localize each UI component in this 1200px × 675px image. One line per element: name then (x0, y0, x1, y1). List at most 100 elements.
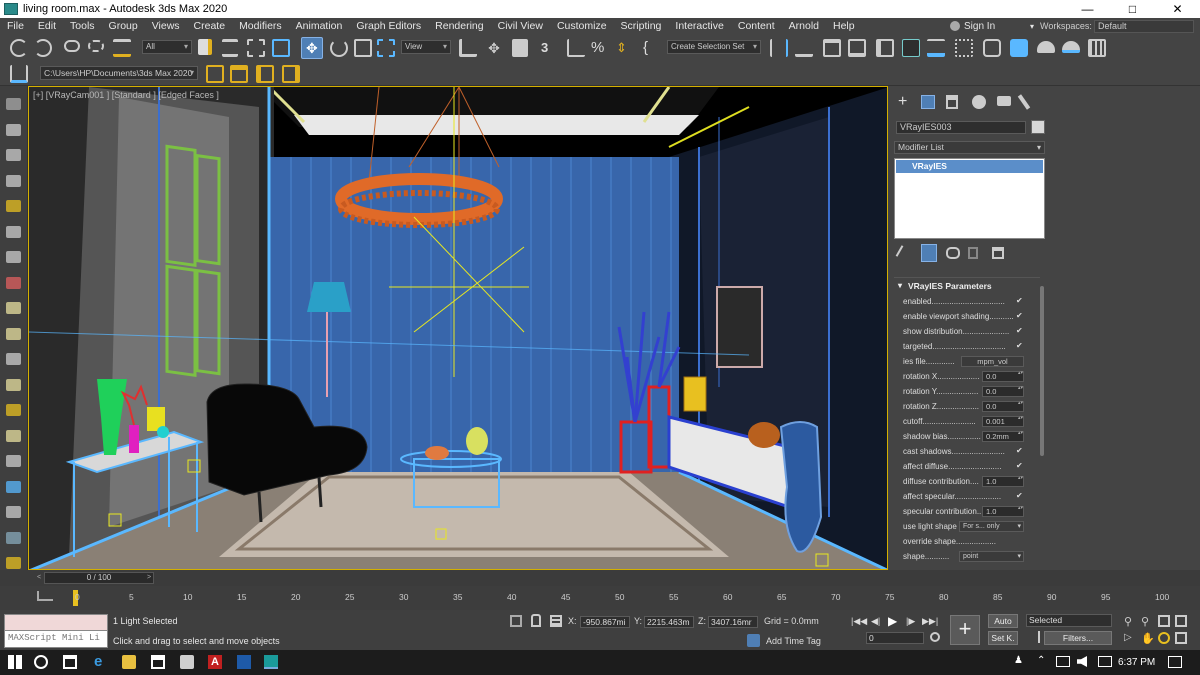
maxscript-listener[interactable]: MAXScript Mini Li (4, 614, 108, 652)
sun-icon[interactable] (6, 404, 21, 416)
modify-tab-icon[interactable] (921, 95, 935, 109)
time-slider[interactable]: 0 / 100 (44, 572, 154, 584)
show-end-result-icon[interactable] (921, 244, 937, 262)
select-and-place-icon[interactable] (377, 39, 395, 57)
selection-tools-icon[interactable] (6, 225, 21, 238)
viewport-label[interactable]: [+] [VRayCam001 ] [Standard ] [Edged Fac… (33, 90, 219, 100)
menu-scripting[interactable]: Scripting (614, 18, 669, 35)
scene-states-icon[interactable] (6, 123, 21, 136)
param-checkbox[interactable]: ✔ (1016, 297, 1024, 305)
reference-coordinate-dropdown[interactable]: View (401, 40, 451, 54)
time-tag-icon[interactable] (747, 634, 760, 647)
helper-icon[interactable] (6, 455, 21, 467)
create-project-icon[interactable] (230, 65, 248, 83)
param-spinner[interactable]: 0.0 (982, 386, 1024, 397)
sign-in-menu[interactable]: Sign In ▾ (950, 18, 1036, 35)
param-checkbox[interactable] (1016, 537, 1024, 545)
pin-icon[interactable] (6, 557, 21, 569)
open-project-icon[interactable] (256, 65, 274, 83)
teapot-icon[interactable] (6, 429, 21, 442)
z-coordinate-field[interactable]: 3407.16mr (708, 616, 758, 628)
percent-snap-icon[interactable]: % (591, 39, 609, 57)
menu-create[interactable]: Create (187, 18, 233, 35)
keyboard-shortcut-icon[interactable] (512, 39, 528, 57)
rectangular-selection-icon[interactable] (247, 39, 265, 57)
hierarchy-tab-icon[interactable] (946, 95, 958, 109)
next-key-icon[interactable]: |▶ (906, 616, 915, 627)
explorer-icon[interactable] (6, 174, 21, 187)
param-dropdown[interactable]: point (959, 551, 1024, 562)
workspace-dropdown[interactable]: Default (1094, 20, 1194, 33)
current-frame-field[interactable]: 0 (866, 632, 924, 644)
autodesk-a360-gallery-icon[interactable] (1088, 39, 1106, 57)
configure-modifier-sets-icon[interactable] (992, 247, 1004, 259)
select-and-rotate-icon[interactable] (330, 39, 348, 57)
system-clock[interactable]: 6:37 PM (1118, 650, 1155, 675)
menu-edit[interactable]: Edit (31, 18, 63, 35)
search-icon[interactable] (34, 655, 48, 669)
maximize-viewport-icon[interactable] (1175, 632, 1187, 644)
menu-tools[interactable]: Tools (63, 18, 102, 35)
box-icon[interactable] (6, 302, 21, 314)
set-project-folder-icon[interactable] (206, 65, 224, 83)
link-icon[interactable] (64, 40, 80, 52)
people-icon[interactable]: ♟ (1014, 655, 1023, 666)
notifications-chevron-icon[interactable]: ⌃ (1037, 655, 1045, 666)
menu-interactive[interactable]: Interactive (668, 18, 730, 35)
track-icon[interactable] (6, 251, 21, 263)
param-checkbox[interactable]: ✔ (1016, 342, 1024, 350)
pan-view-icon[interactable]: ✋ (1141, 632, 1155, 645)
panel-scrollbar[interactable] (1040, 286, 1044, 456)
key-filters-button[interactable]: Filters... (1044, 631, 1112, 645)
viewport-layout-icon[interactable] (6, 98, 21, 110)
menu-animation[interactable]: Animation (289, 18, 350, 35)
brush-preset-icon[interactable] (6, 200, 21, 212)
display-tab-icon[interactable] (997, 96, 1011, 106)
cone-icon[interactable] (6, 378, 21, 391)
sphere-icon[interactable] (6, 327, 21, 340)
play-icon[interactable]: ▶ (888, 614, 897, 628)
render-icon[interactable] (6, 506, 21, 518)
keyboard-icon[interactable] (1098, 656, 1112, 667)
previous-key-icon[interactable]: ◀| (871, 616, 880, 627)
maxscript-input[interactable]: MAXScript Mini Li (4, 631, 108, 648)
param-checkbox[interactable]: ✔ (1016, 462, 1024, 470)
action-center-icon[interactable] (1168, 656, 1182, 668)
rollout-title[interactable]: VRayIES Parameters (894, 278, 1040, 294)
next-frame-arrow-icon[interactable]: > (144, 572, 154, 584)
menu-group[interactable]: Group (102, 18, 145, 35)
mail-icon[interactable] (180, 655, 194, 669)
menu-rendering[interactable]: Rendering (428, 18, 490, 35)
param-spinner[interactable]: 1.0 (982, 476, 1024, 487)
modifier-stack[interactable]: VRayIES (894, 158, 1045, 239)
named-selection-sets-dropdown[interactable]: Create Selection Set (667, 40, 761, 54)
y-coordinate-field[interactable]: 2215.463m (644, 616, 694, 628)
workspace-selector[interactable]: Workspaces: Default (1040, 18, 1200, 35)
unlink-icon[interactable] (88, 40, 104, 52)
param-checkbox[interactable]: ✔ (1016, 447, 1024, 455)
absolute-mode-icon[interactable] (550, 615, 562, 627)
align-icon[interactable] (795, 39, 813, 57)
minimize-icon[interactable]: — (1065, 0, 1110, 18)
utilities-tab-icon[interactable] (1017, 94, 1031, 110)
project-folder-dropdown[interactable]: C:\Users\HP\Documents\3ds Max 2020 (40, 66, 198, 80)
cylinder-icon[interactable] (6, 353, 21, 365)
angle-snap-icon[interactable] (567, 39, 585, 57)
menu-help[interactable]: Help (826, 18, 862, 35)
pin-stack-icon[interactable] (895, 245, 911, 261)
render-setup-icon[interactable] (983, 39, 1001, 57)
window-crossing-icon[interactable] (272, 39, 290, 57)
param-checkbox[interactable]: ✔ (1016, 327, 1024, 335)
acrobat-icon[interactable]: A (208, 655, 222, 669)
curve-editor-icon[interactable] (902, 39, 920, 57)
maximize-icon[interactable]: □ (1110, 0, 1155, 18)
undo-icon[interactable] (10, 39, 28, 57)
param-file-button[interactable]: mpm_vol (961, 356, 1024, 367)
menu-customize[interactable]: Customize (550, 18, 614, 35)
volume-icon[interactable] (1077, 656, 1087, 667)
redo-icon[interactable] (34, 39, 52, 57)
select-and-move-icon[interactable]: ✥ (301, 37, 323, 59)
rendered-frame-window-icon[interactable] (1010, 39, 1028, 57)
modeling-icon[interactable] (6, 276, 21, 289)
menu-civil-view[interactable]: Civil View (491, 18, 550, 35)
